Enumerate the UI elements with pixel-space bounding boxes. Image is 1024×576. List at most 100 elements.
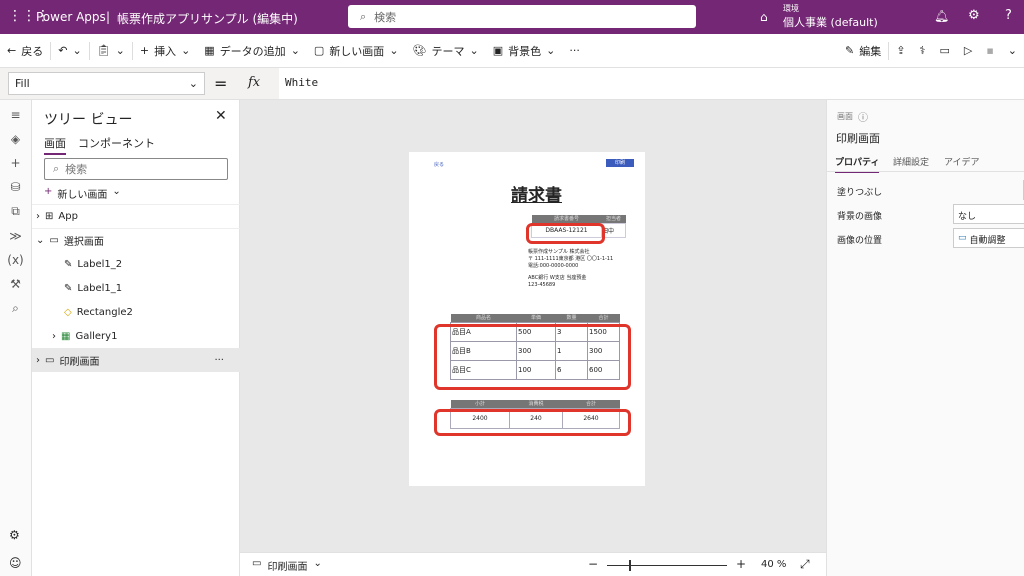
tree-item-label: 選択画面	[63, 237, 104, 248]
search-icon: ⌕	[360, 9, 367, 23]
divider	[827, 171, 1024, 172]
edit-button[interactable]: ✎ 編集	[838, 34, 888, 67]
tab-ideas[interactable]: アイデア	[944, 155, 980, 168]
top-bar: ⋮⋮⋮ Power Apps | 帳票作成アプリサンプル (編集中) ⌕ 検索 ⌂…	[0, 0, 1024, 34]
header-cell: 担当者	[601, 215, 626, 223]
label-icon: ✎	[64, 282, 73, 294]
screen-icon: ▢	[313, 44, 325, 57]
image-icon: ▭	[958, 233, 967, 243]
zoom-slider-thumb[interactable]	[629, 560, 631, 571]
environment-icon: ⌂	[760, 10, 768, 24]
bg-image-dropdown[interactable]: なし	[953, 204, 1024, 224]
properties-panel: 画面 ⓘ 印刷画面 プロパティ 詳細設定 アイデア 塗りつぶし 背景の画像 なし…	[826, 100, 1024, 576]
help-icon[interactable]: ⓘ	[858, 109, 868, 124]
insert-button[interactable]: + 挿入 ⌄	[133, 34, 197, 67]
help-icon[interactable]: ?	[1005, 8, 1012, 23]
screen-icon: ▭	[45, 354, 55, 366]
staff-name: 田中	[601, 222, 626, 238]
media-icon[interactable]: ⧉	[11, 204, 20, 219]
control-name: 印刷画面	[836, 132, 880, 145]
env-label: 環境	[783, 4, 799, 13]
add-data-button[interactable]: ▦ データの追加 ⌄	[197, 34, 307, 67]
save-icon[interactable]: ▪	[979, 34, 1000, 67]
tree-item-select-screen[interactable]: ⌄ ▭ 選択画面	[32, 228, 240, 252]
tree-item-app[interactable]: › ⊞ App	[32, 204, 240, 228]
property-dropdown[interactable]: Fill ⌄	[8, 72, 205, 95]
header-cell: 消費税	[509, 400, 563, 408]
tree-item-label1-1[interactable]: ✎ Label1_1	[32, 276, 240, 300]
screen-icon: ▭	[252, 558, 262, 569]
bell-icon[interactable]: 🔔︎	[934, 9, 949, 23]
paint-icon: ▣	[492, 44, 504, 57]
address-line: 帳票作成サンプル 株式会社	[528, 249, 590, 255]
zoom-in-button[interactable]: +	[736, 557, 746, 571]
image-position-dropdown[interactable]: ▭ 自動調整	[953, 228, 1024, 248]
invoice-title: 請求書	[511, 186, 562, 206]
tree-item-gallery1[interactable]: › ▦ Gallery1	[32, 324, 240, 348]
bg-image-label: 背景の画像	[837, 212, 883, 222]
fit-to-window-icon[interactable]: ⤢	[800, 557, 810, 572]
share-icon[interactable]: ⇪	[889, 34, 912, 67]
settings-icon[interactable]: ⚙	[9, 528, 20, 542]
comment-icon[interactable]: ▭	[932, 34, 956, 67]
back-button[interactable]: ← 戻る	[0, 34, 50, 67]
chevron-down-icon: ⌄	[313, 558, 322, 569]
tools-icon[interactable]: ⚒	[10, 277, 21, 291]
back-link[interactable]: 戻る	[434, 161, 444, 168]
theme-button[interactable]: 🎨︎ テーマ ⌄	[406, 34, 486, 67]
tree-item-rectangle2[interactable]: ◇ Rectangle2	[32, 300, 240, 324]
tree-item-label1-2[interactable]: ✎ Label1_2	[32, 252, 240, 276]
tree-search-input[interactable]: ⌕ 検索	[44, 158, 228, 180]
screen-selector[interactable]: ▭ 印刷画面 ⌄	[252, 558, 322, 573]
gear-icon[interactable]: ⚙	[968, 8, 980, 23]
print-button[interactable]: 印刷	[606, 159, 634, 167]
paste-button[interactable]: 📋︎ ⌄	[90, 34, 132, 67]
table-icon: ▦	[204, 44, 215, 57]
search-input[interactable]: ⌕ 検索	[348, 5, 696, 28]
plus-icon: +	[139, 44, 150, 57]
equals-sign: =	[214, 74, 228, 93]
new-screen-button[interactable]: + 新しい画面 ⌄	[44, 186, 121, 201]
variables-icon[interactable]: (x)	[7, 253, 23, 267]
chevron-down-icon: ⌄	[112, 186, 121, 197]
undo-button[interactable]: ↶ ⌄	[51, 34, 88, 67]
clipboard-icon: 📋︎	[96, 44, 111, 57]
tab-components[interactable]: コンポーネント	[78, 135, 155, 151]
layers-icon[interactable]: ◈	[11, 132, 20, 146]
play-icon[interactable]: ▷	[957, 34, 979, 67]
tree-item-label: 印刷画面	[59, 356, 100, 368]
chevron-right-icon: ›	[36, 354, 40, 366]
formula-input[interactable]: White	[279, 68, 1024, 99]
new-screen-button[interactable]: ▢ 新しい画面 ⌄	[307, 34, 406, 67]
tree-item-label: Label1_1	[77, 282, 123, 294]
tab-advanced[interactable]: 詳細設定	[893, 155, 929, 168]
plus-icon[interactable]: +	[10, 156, 20, 170]
database-icon[interactable]: ⛁	[10, 180, 20, 194]
fx-icon[interactable]: fx	[248, 75, 260, 90]
menu-icon[interactable]: ≡	[10, 108, 20, 122]
zoom-slider[interactable]	[607, 560, 727, 571]
zoom-out-button[interactable]: −	[588, 557, 598, 571]
env-name[interactable]: 個人事業 (default)	[783, 14, 878, 30]
separator: |	[106, 10, 111, 24]
virtual-agent-icon[interactable]: ☺	[9, 556, 22, 570]
status-bar: ▭ 印刷画面 ⌄ − + 40 % ⤢	[240, 552, 826, 576]
tree-item-print-screen[interactable]: › ▭ 印刷画面 ···	[32, 348, 240, 372]
chevron-down-icon: ⌄	[36, 235, 45, 246]
stethoscope-icon[interactable]: ⚕	[912, 34, 932, 67]
close-icon[interactable]: ✕	[215, 108, 227, 124]
chevron-right-icon: ›	[52, 330, 56, 342]
search-icon[interactable]: ⌕	[12, 301, 19, 316]
edit-label: 編集	[859, 44, 882, 58]
bg-color-button[interactable]: ▣ 背景色 ⌄	[486, 34, 563, 67]
bank-line: ABC銀行 W支店 当座預金	[528, 275, 587, 281]
company-address: 帳票作成サンプル 株式会社 〒 111-1111東京都 港区 〇〇1-1-11 …	[528, 249, 613, 289]
more-icon[interactable]: ···	[214, 355, 224, 366]
palette-icon: 🎨︎	[412, 44, 427, 57]
app-name: Power Apps	[36, 10, 106, 24]
power-automate-icon[interactable]: ≫	[9, 229, 22, 243]
header-cell: 単価	[516, 314, 556, 322]
tab-screens[interactable]: 画面	[44, 135, 66, 155]
more-button[interactable]: ···	[562, 34, 587, 67]
chevron-down-icon[interactable]: ⌄	[1001, 34, 1024, 67]
